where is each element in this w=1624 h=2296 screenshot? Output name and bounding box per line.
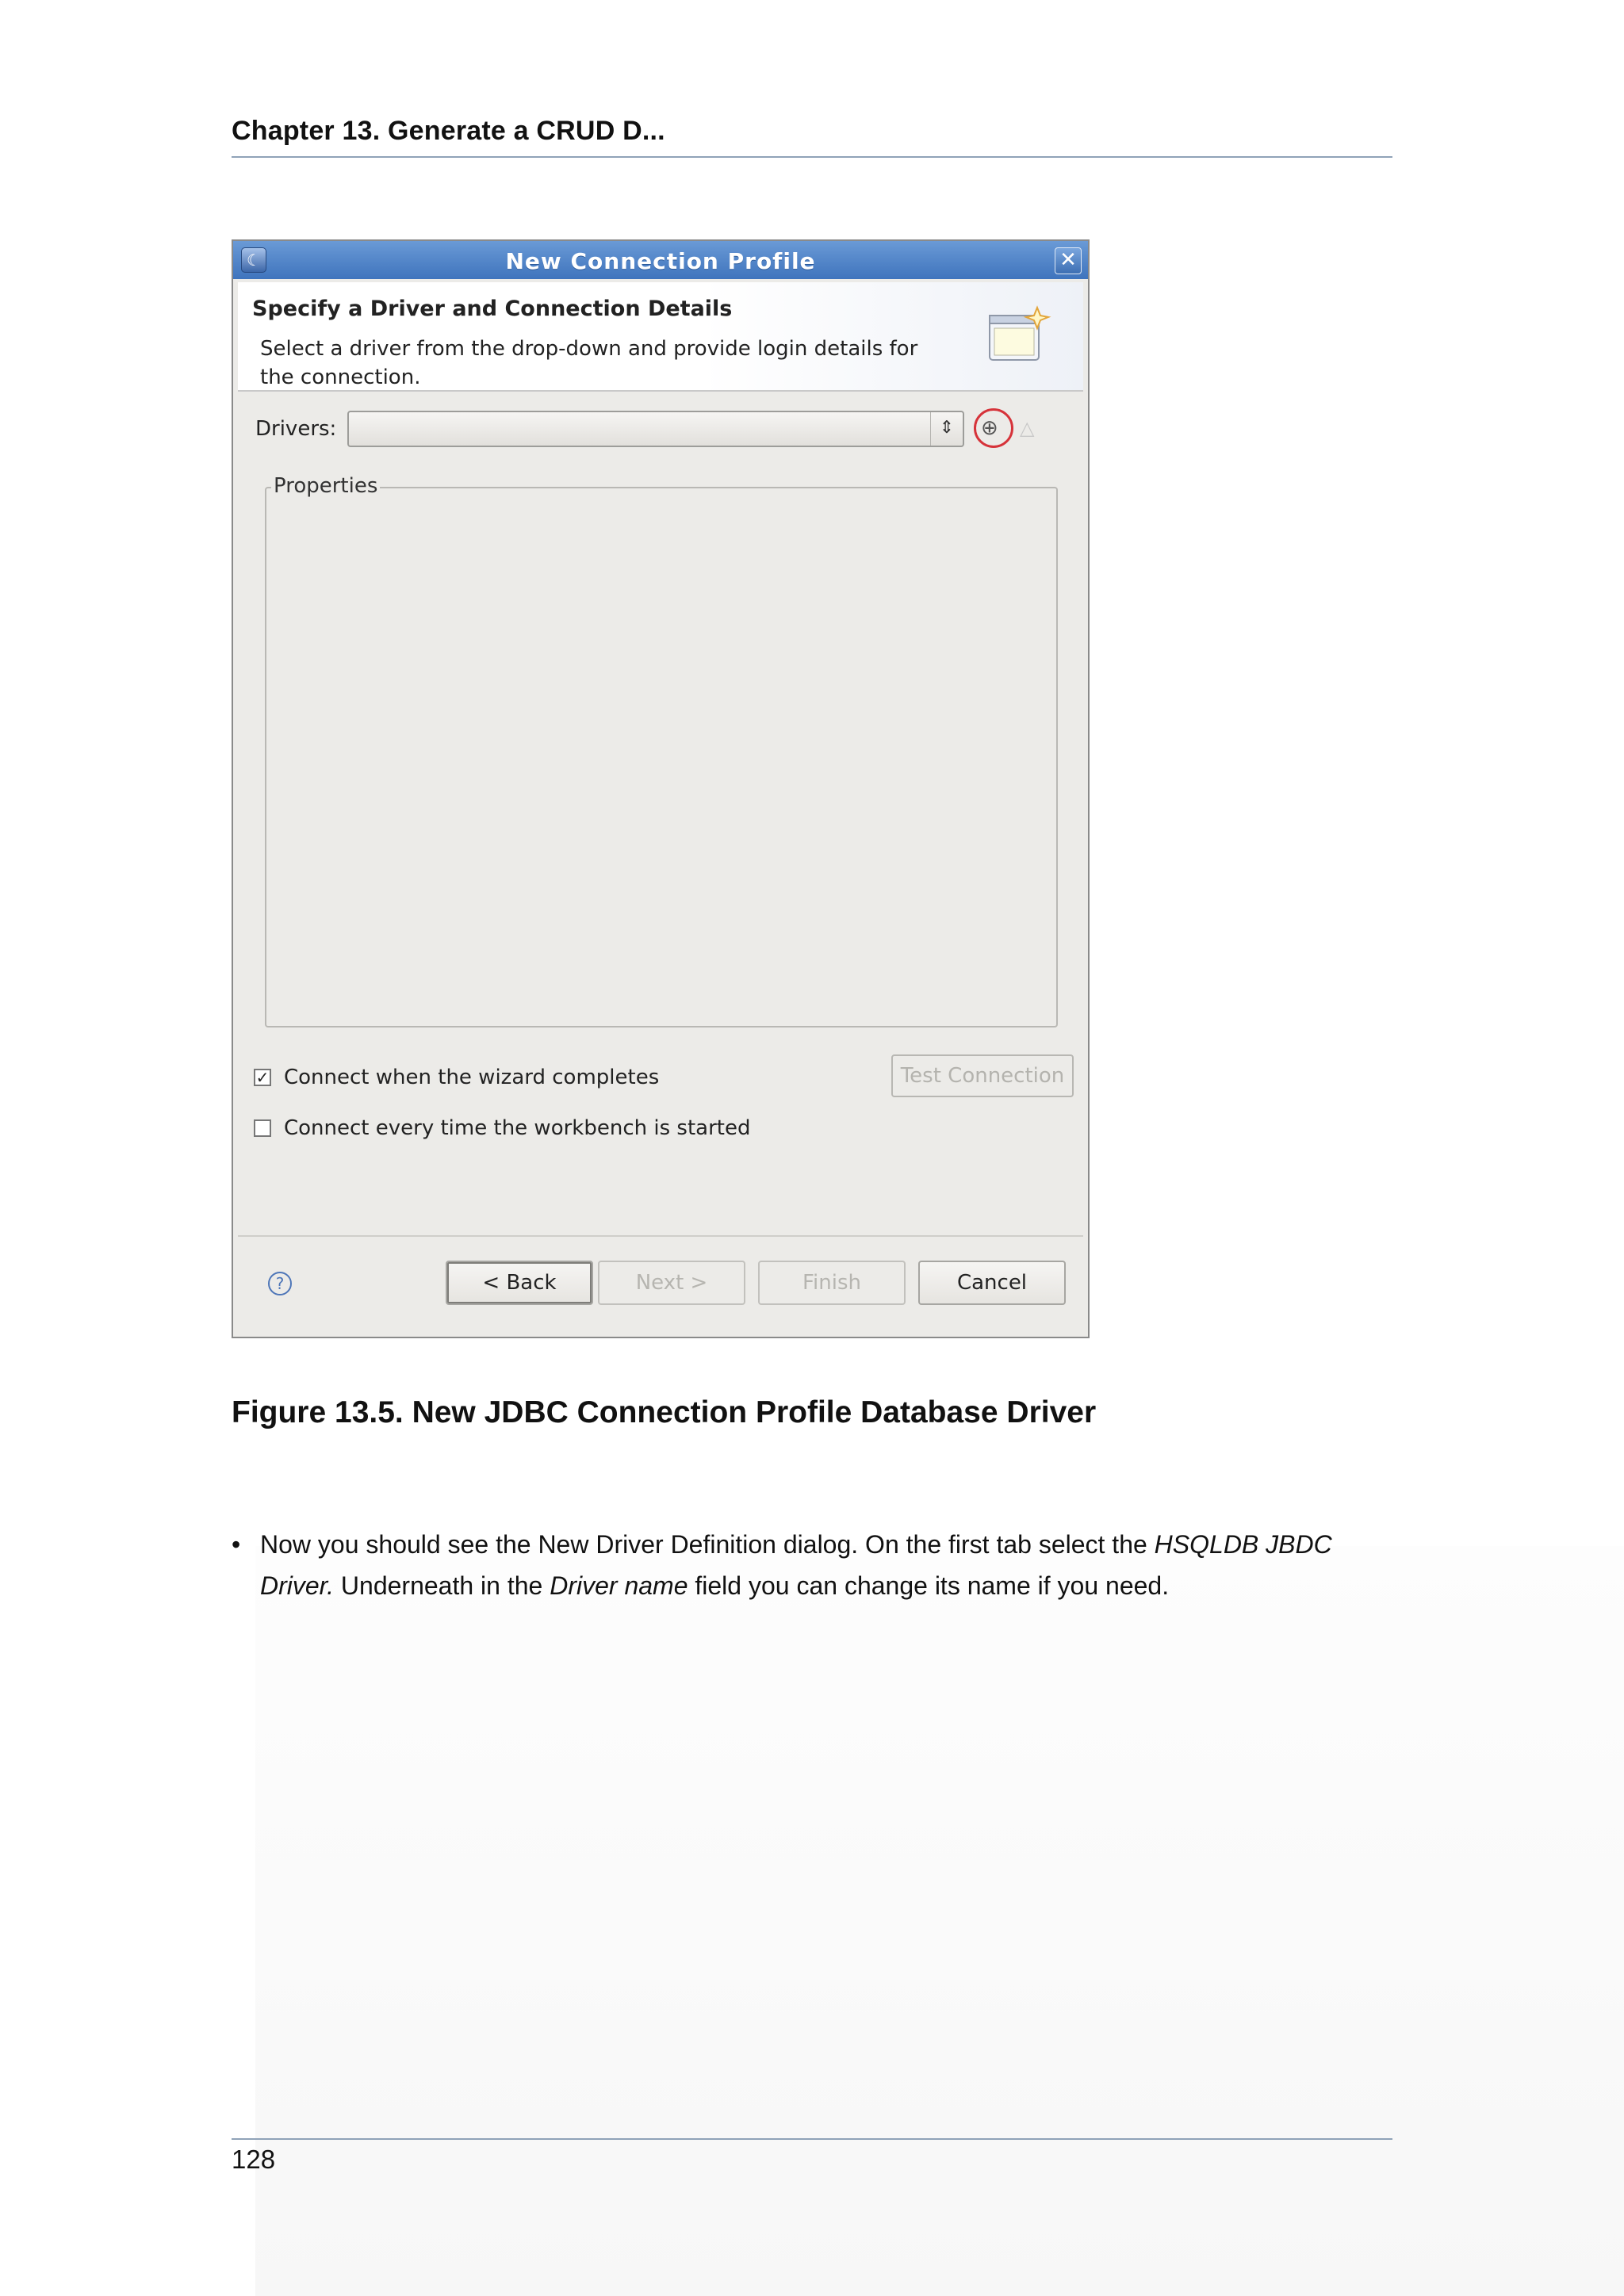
banner-title: Specify a Driver and Connection Details [252, 297, 733, 321]
page-background-shade [255, 1546, 1624, 2296]
dialog-title: New Connection Profile [505, 248, 816, 274]
drivers-label: Drivers: [255, 417, 337, 441]
bullet-marker: • [232, 1530, 241, 1559]
chapter-header: Chapter 13. Generate a CRUD D... [232, 116, 665, 146]
footer-divider [232, 2138, 1392, 2140]
new-driver-icon: ⊕ [981, 416, 998, 440]
drivers-select[interactable]: ⇕ [347, 411, 964, 447]
wizard-banner: Specify a Driver and Connection Details … [238, 282, 1083, 392]
bullet-paragraph: • Now you should see the New Driver Defi… [232, 1524, 1397, 1606]
page-number: 128 [232, 2145, 276, 2174]
text-part-1: Now you should see the New Driver Defini… [260, 1530, 1155, 1559]
connect-when-completes-label: Connect when the wizard completes [284, 1066, 660, 1089]
header-divider [232, 156, 1392, 158]
next-button[interactable]: Next > [598, 1261, 745, 1305]
cancel-button[interactable]: Cancel [918, 1261, 1066, 1305]
connect-every-time-label: Connect every time the workbench is star… [284, 1116, 751, 1140]
close-button[interactable]: ✕ [1055, 247, 1082, 274]
help-icon[interactable]: ? [268, 1272, 292, 1295]
checkbox-checked-icon[interactable]: ✓ [254, 1069, 271, 1086]
dialog-titlebar[interactable]: ☾ New Connection Profile ✕ [233, 241, 1088, 279]
figure-caption: Figure 13.5. New JDBC Connection Profile… [232, 1395, 1097, 1429]
button-bar-divider [238, 1235, 1083, 1237]
text-part-3: field you can change its name if you nee… [688, 1571, 1170, 1600]
test-connection-button[interactable]: Test Connection [891, 1054, 1074, 1097]
back-button[interactable]: < Back [446, 1261, 593, 1305]
wizard-window-icon [989, 305, 1051, 361]
properties-group: Properties [265, 474, 1058, 1027]
properties-label: Properties [271, 474, 381, 498]
edit-driver-icon[interactable]: △ [1020, 417, 1034, 439]
banner-description: Select a driver from the drop-down and p… [260, 337, 918, 389]
text-part-2: Underneath in the [334, 1571, 550, 1600]
checkbox-unchecked-icon[interactable] [254, 1119, 271, 1137]
new-connection-profile-dialog: ☾ New Connection Profile ✕ Specify a Dri… [232, 239, 1090, 1338]
updown-arrows-icon: ⇕ [930, 412, 963, 446]
finish-button[interactable]: Finish [758, 1261, 906, 1305]
new-driver-definition-button[interactable]: ⊕ [974, 408, 1013, 448]
paragraph-text: Now you should see the New Driver Defini… [260, 1524, 1397, 1606]
text-emphasis-driver-name: Driver name [550, 1571, 688, 1600]
